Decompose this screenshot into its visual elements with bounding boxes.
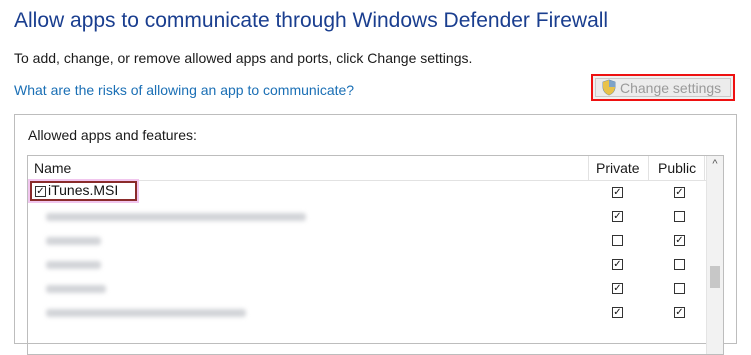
column-name[interactable]: Name xyxy=(34,156,71,180)
public-checkbox[interactable]: ✓ xyxy=(674,187,685,198)
table-row[interactable]: ✓ xyxy=(28,277,708,301)
private-checkbox[interactable]: ✓ xyxy=(612,307,623,318)
column-public[interactable]: Public xyxy=(658,156,696,180)
private-checkbox[interactable]: ✓ xyxy=(612,259,623,270)
app-name-redacted xyxy=(46,261,101,269)
app-name-redacted xyxy=(46,237,101,245)
column-divider xyxy=(588,156,589,180)
page-title: Allow apps to communicate through Window… xyxy=(14,9,609,32)
table-row[interactable]: ✓ ✓ xyxy=(28,301,708,325)
risks-help-link[interactable]: What are the risks of allowing an app to… xyxy=(14,82,354,98)
column-divider xyxy=(704,156,705,180)
scroll-up-arrow-icon[interactable]: ^ xyxy=(707,158,723,170)
app-enabled-checkbox[interactable]: ✓ xyxy=(35,186,46,197)
public-checkbox[interactable] xyxy=(674,283,685,294)
app-name-redacted xyxy=(46,309,246,317)
allowed-apps-label: Allowed apps and features: xyxy=(28,127,197,143)
public-checkbox[interactable]: ✓ xyxy=(674,235,685,246)
allowed-apps-list[interactable]: Name Private Public ✓ iTunes.MSI ✓ ✓ ✓ ✓ xyxy=(27,155,724,355)
table-row[interactable]: ✓ xyxy=(28,205,708,229)
page-description: To add, change, or remove allowed apps a… xyxy=(14,50,473,66)
public-checkbox[interactable] xyxy=(674,259,685,270)
private-checkbox[interactable]: ✓ xyxy=(612,187,623,198)
public-checkbox[interactable]: ✓ xyxy=(674,307,685,318)
private-checkbox[interactable]: ✓ xyxy=(612,283,623,294)
column-private[interactable]: Private xyxy=(596,156,640,180)
change-settings-button[interactable]: Change settings xyxy=(591,74,735,101)
app-name: iTunes.MSI xyxy=(48,182,119,198)
public-checkbox[interactable] xyxy=(674,211,685,222)
private-checkbox[interactable]: ✓ xyxy=(612,211,623,222)
scrollbar-thumb[interactable] xyxy=(710,266,720,288)
table-row[interactable]: ✓ xyxy=(28,253,708,277)
table-row[interactable]: ✓ iTunes.MSI ✓ ✓ xyxy=(28,181,708,205)
allowed-apps-panel: Allowed apps and features: Name Private … xyxy=(14,114,737,355)
change-settings-label: Change settings xyxy=(620,79,722,96)
table-row[interactable]: ✓ xyxy=(28,229,708,253)
uac-shield-icon xyxy=(602,79,616,96)
app-name-redacted xyxy=(46,285,106,293)
app-name-redacted xyxy=(46,213,306,221)
private-checkbox[interactable] xyxy=(612,235,623,246)
column-divider xyxy=(648,156,649,180)
list-header: Name Private Public xyxy=(28,156,708,181)
vertical-scrollbar[interactable]: ^ xyxy=(706,156,723,354)
